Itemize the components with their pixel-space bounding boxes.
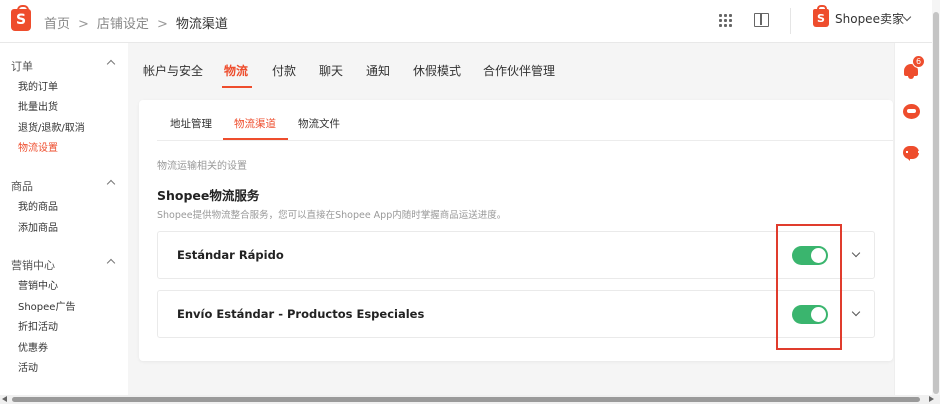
chevron-up-icon[interactable] [106, 258, 116, 268]
sidebar-item-my-products[interactable]: 我的商品 [18, 198, 58, 213]
breadcrumb-separator: > [156, 17, 168, 32]
chat-icon[interactable] [903, 146, 920, 161]
sidebar-item-returns[interactable]: 退货/退款/取消 [18, 119, 85, 134]
breadcrumb-home[interactable]: 首页 [44, 13, 70, 32]
chevron-down-icon[interactable] [851, 248, 861, 258]
subtab-logistics-channels[interactable]: 物流渠道 [234, 116, 276, 131]
sidebar: 订单 我的订单 批量出货 退货/退款/取消 物流设置 商品 我的商品 添加商品 … [0, 43, 128, 395]
carrier-name: Estándar Rápido [177, 248, 284, 262]
breadcrumb: 首页 > 店铺设定 > 物流渠道 [44, 13, 228, 32]
subtab-address-management[interactable]: 地址管理 [170, 116, 212, 131]
sidebar-section-marketing[interactable]: 营销中心 [11, 257, 55, 273]
sidebar-item-shipping-settings[interactable]: 物流设置 [18, 139, 58, 154]
highlight-box [776, 224, 842, 350]
sidebar-item-shopee-ads[interactable]: Shopee广告 [18, 298, 75, 313]
seller-account-menu[interactable]: Shopee卖家 [835, 10, 904, 27]
scroll-left-arrow-icon[interactable] [2, 396, 7, 402]
tab-payment[interactable]: 付款 [272, 62, 296, 79]
book-icon[interactable] [754, 13, 769, 27]
shopee-logo-icon[interactable]: S [11, 5, 31, 31]
sidebar-item-marketing-center[interactable]: 营销中心 [18, 277, 58, 292]
sidebar-item-discounts[interactable]: 折扣活动 [18, 318, 58, 333]
tab-vacation-mode[interactable]: 休假模式 [413, 62, 461, 79]
sidebar-item-my-orders[interactable]: 我的订单 [18, 78, 58, 93]
seller-logo-icon[interactable]: S [813, 5, 829, 27]
vertical-scrollbar-thumb[interactable] [933, 12, 939, 394]
tab-notifications[interactable]: 通知 [366, 62, 390, 79]
tab-partner-management[interactable]: 合作伙伴管理 [483, 62, 555, 79]
sidebar-item-bulk-ship[interactable]: 批量出货 [18, 98, 58, 113]
chevron-up-icon[interactable] [106, 59, 116, 69]
breadcrumb-shop-settings[interactable]: 店铺设定 [97, 13, 149, 32]
chevron-down-icon[interactable] [851, 307, 861, 317]
subtab-divider [157, 140, 893, 141]
sidebar-section-orders[interactable]: 订单 [11, 58, 33, 74]
top-header: S 首页 > 店铺设定 > 物流渠道 S Shopee卖家 [0, 0, 940, 43]
sidebar-item-add-product[interactable]: 添加商品 [18, 219, 58, 234]
tab-chat[interactable]: 聊天 [319, 62, 343, 79]
section-title: Shopee物流服务 [157, 188, 260, 203]
right-rail [894, 43, 932, 395]
header-divider [790, 8, 791, 34]
chevron-up-icon[interactable] [106, 179, 116, 189]
active-tab-indicator [222, 86, 252, 88]
sidebar-item-campaigns[interactable]: 活动 [18, 359, 38, 374]
section-label: 物流运输相关的设置 [157, 161, 247, 172]
sidebar-item-vouchers[interactable]: 优惠券 [18, 339, 48, 354]
grid-icon[interactable] [719, 14, 733, 28]
subtab-logistics-documents[interactable]: 物流文件 [298, 116, 340, 131]
notification-badge: 6 [912, 55, 925, 68]
horizontal-scrollbar-thumb[interactable] [12, 397, 920, 402]
carrier-row: Estándar Rápido [157, 231, 875, 279]
breadcrumb-current: 物流渠道 [175, 17, 228, 32]
scroll-right-arrow-icon[interactable] [929, 396, 934, 402]
tab-account-security[interactable]: 帐户与安全 [143, 62, 203, 79]
robot-assistant-icon[interactable] [903, 104, 920, 119]
section-description: Shopee提供物流整合服务，您可以直接在Shopee App内随时掌握商品运送… [157, 210, 507, 221]
tab-logistics[interactable]: 物流 [224, 62, 248, 79]
carrier-name: Envío Estándar - Productos Especiales [177, 307, 425, 321]
sidebar-section-products[interactable]: 商品 [11, 178, 33, 194]
chevron-down-icon[interactable] [902, 12, 912, 22]
breadcrumb-separator: > [78, 17, 89, 32]
carrier-row: Envío Estándar - Productos Especiales [157, 290, 875, 338]
